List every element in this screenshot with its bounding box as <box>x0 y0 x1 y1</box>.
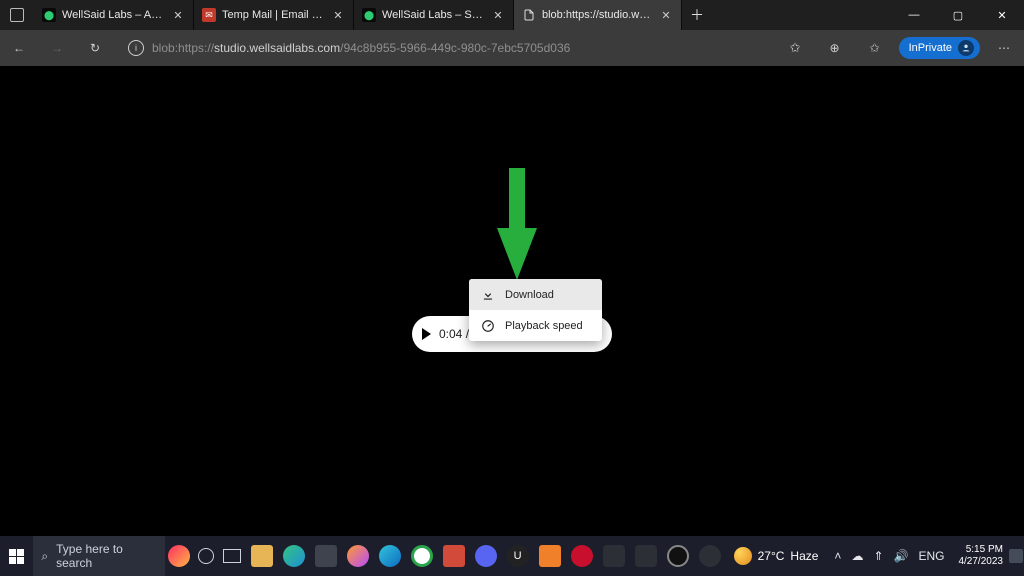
weather-icon <box>734 547 752 565</box>
browser-titlebar: ⬤ WellSaid Labs – Account Verificat ✕ ✉ … <box>0 0 1024 30</box>
tab-wellsaid-studio[interactable]: ⬤ WellSaid Labs – Studio ✕ <box>354 0 514 30</box>
language-indicator[interactable]: ENG <box>918 549 944 563</box>
annotation-arrow-icon <box>497 168 537 280</box>
taskbar-app-tool2[interactable] <box>630 536 662 576</box>
taskbar-app-vlc[interactable] <box>534 536 566 576</box>
play-icon[interactable] <box>422 328 431 340</box>
favorite-icon[interactable]: ✩ <box>790 40 801 56</box>
close-icon[interactable]: ✕ <box>171 9 185 22</box>
new-tab-button[interactable]: ＋ <box>682 0 712 30</box>
window-controls: — ▢ ✕ <box>892 0 1024 30</box>
close-icon[interactable]: ✕ <box>659 9 673 22</box>
taskbar-app-pdf[interactable] <box>438 536 470 576</box>
page-content: 0:04 / Download Playback speed <box>0 66 1024 536</box>
favicon-wellsaid-icon: ⬤ <box>42 8 56 22</box>
minimize-button[interactable]: — <box>892 0 936 30</box>
taskbar-app-explorer[interactable] <box>246 536 278 576</box>
inprivate-label: InPrivate <box>909 42 952 54</box>
tab-title: Temp Mail | Email Generator | Te <box>222 9 325 21</box>
taskbar-app-sports[interactable] <box>165 536 192 576</box>
taskbar-app-firefox[interactable] <box>342 536 374 576</box>
reload-button[interactable]: ↻ <box>80 33 110 63</box>
windows-taskbar: ⌕ Type here to search U 27°C Haze ˄ ☁ ⇑ … <box>0 536 1024 576</box>
profile-avatar-icon <box>958 40 974 56</box>
menu-item-playback-speed[interactable]: Playback speed <box>469 310 602 341</box>
menu-item-label: Playback speed <box>505 320 583 332</box>
clock-date: 4/27/2023 <box>958 556 1003 568</box>
inprivate-indicator[interactable]: InPrivate <box>899 37 980 59</box>
task-view-button[interactable] <box>219 536 246 576</box>
taskbar-app-opera[interactable] <box>566 536 598 576</box>
taskbar-weather[interactable]: 27°C Haze <box>726 547 827 565</box>
tab-title: WellSaid Labs – Account Verificat <box>62 9 165 21</box>
speed-icon <box>481 319 495 333</box>
windows-logo-icon <box>9 549 24 564</box>
tray-overflow-icon[interactable]: ˄ <box>834 549 841 563</box>
menu-item-download[interactable]: Download <box>469 279 602 310</box>
sidebar-toggle[interactable] <box>0 0 34 30</box>
taskbar-app-edge[interactable] <box>278 536 310 576</box>
url-text: blob:https://studio.wellsaidlabs.com/94c… <box>152 41 782 55</box>
taskbar-apps: U <box>246 536 726 576</box>
site-info-icon[interactable]: i <box>128 40 144 56</box>
taskbar-app-tool1[interactable] <box>598 536 630 576</box>
system-tray: ˄ ☁ ⇑ 🔊 ENG <box>826 549 952 563</box>
network-icon[interactable]: ⇑ <box>873 549 883 563</box>
audio-time: 0:04 / <box>439 327 469 341</box>
close-icon[interactable]: ✕ <box>491 9 505 22</box>
favicon-document-icon <box>522 8 536 22</box>
weather-temp: 27°C <box>758 549 785 563</box>
settings-more-button[interactable]: ⋯ <box>988 34 1020 62</box>
taskbar-app-gear[interactable] <box>694 536 726 576</box>
audio-context-menu: Download Playback speed <box>469 279 602 341</box>
volume-icon[interactable]: 🔊 <box>894 549 909 563</box>
tab-title: blob:https://studio.wellsaidlabs.c <box>542 9 653 21</box>
taskbar-app-u[interactable]: U <box>502 536 534 576</box>
extensions-button[interactable]: ⊕ <box>819 34 851 62</box>
close-icon[interactable]: ✕ <box>331 9 345 22</box>
taskbar-app-chrome[interactable] <box>406 536 438 576</box>
favicon-tempmail-icon: ✉ <box>202 8 216 22</box>
onedrive-icon[interactable]: ☁ <box>851 549 863 563</box>
clock-time: 5:15 PM <box>958 544 1003 556</box>
close-window-button[interactable]: ✕ <box>980 0 1024 30</box>
browser-toolbar: ← → ↻ i blob:https://studio.wellsaidlabs… <box>0 30 1024 66</box>
search-icon: ⌕ <box>41 549 48 564</box>
tab-title: WellSaid Labs – Studio <box>382 9 485 21</box>
favorites-button[interactable]: ✩ <box>859 34 891 62</box>
notification-icon <box>1009 549 1023 563</box>
tab-wellsaid-verify[interactable]: ⬤ WellSaid Labs – Account Verificat ✕ <box>34 0 194 30</box>
weather-desc: Haze <box>790 549 818 563</box>
start-button[interactable] <box>0 536 33 576</box>
tab-tempmail[interactable]: ✉ Temp Mail | Email Generator | Te ✕ <box>194 0 354 30</box>
taskbar-app-store[interactable] <box>310 536 342 576</box>
taskbar-app-discord[interactable] <box>470 536 502 576</box>
tab-blob-audio[interactable]: blob:https://studio.wellsaidlabs.c ✕ <box>514 0 682 30</box>
nav-back-button[interactable]: ← <box>4 33 34 63</box>
address-bar[interactable]: i blob:https://studio.wellsaidlabs.com/9… <box>118 35 811 61</box>
taskbar-app-obs[interactable] <box>662 536 694 576</box>
taskbar-search[interactable]: ⌕ Type here to search <box>33 536 165 576</box>
nav-forward-button: → <box>42 33 72 63</box>
taskbar-app-edge2[interactable] <box>374 536 406 576</box>
action-center-button[interactable] <box>1009 536 1024 576</box>
cortana-button[interactable] <box>192 536 219 576</box>
search-placeholder: Type here to search <box>56 542 157 570</box>
maximize-button[interactable]: ▢ <box>936 0 980 30</box>
taskbar-clock[interactable]: 5:15 PM 4/27/2023 <box>952 544 1009 568</box>
browser-tabs: ⬤ WellSaid Labs – Account Verificat ✕ ✉ … <box>34 0 682 30</box>
menu-item-label: Download <box>505 289 554 301</box>
favicon-wellsaid-icon: ⬤ <box>362 8 376 22</box>
download-icon <box>481 288 495 302</box>
